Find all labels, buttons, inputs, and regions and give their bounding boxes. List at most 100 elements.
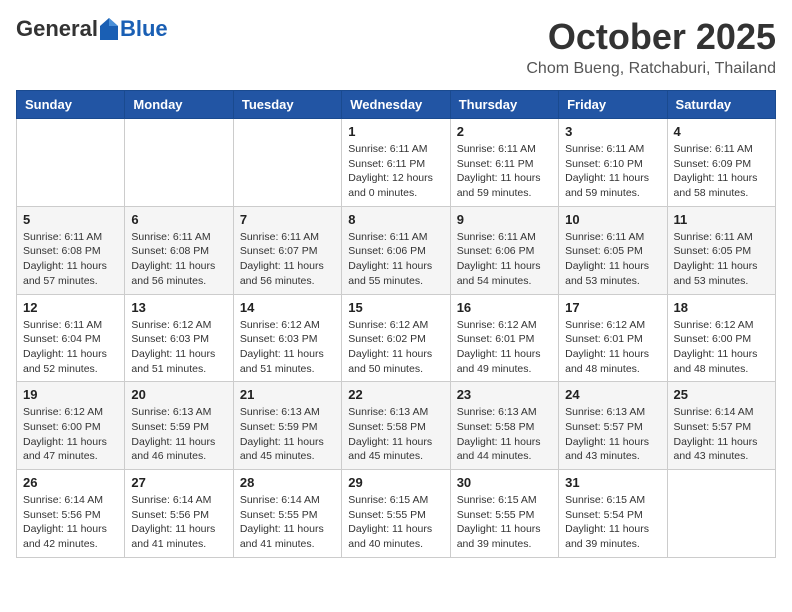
- calendar-cell: 7Sunrise: 6:11 AMSunset: 6:07 PMDaylight…: [233, 206, 341, 294]
- calendar-cell: 12 Sunrise: 6:11 AMSunset: 6:04 PMDayligh…: [17, 294, 125, 382]
- day-info: Sunrise: 6:11 AMSunset: 6:04 PMDaylight:…: [23, 318, 118, 377]
- day-number: 13: [131, 300, 226, 315]
- day-info: Sunrise: 6:12 AMSunset: 6:02 PMDaylight:…: [348, 318, 443, 377]
- day-number: 5: [23, 212, 118, 227]
- calendar-cell: 4Sunrise: 6:11 AMSunset: 6:09 PMDaylight…: [667, 119, 775, 207]
- day-number: 6: [131, 212, 226, 227]
- day-number: 16: [457, 300, 552, 315]
- day-info: Sunrise: 6:13 AMSunset: 5:58 PMDaylight:…: [348, 405, 443, 464]
- day-info: Sunrise: 6:13 AMSunset: 5:57 PMDaylight:…: [565, 405, 660, 464]
- weekday-header-sunday: Sunday: [17, 91, 125, 119]
- day-number: 12: [23, 300, 118, 315]
- day-info: Sunrise: 6:11 AMSunset: 6:06 PMDaylight:…: [348, 230, 443, 289]
- day-number: 14: [240, 300, 335, 315]
- day-info: Sunrise: 6:12 AMSunset: 6:01 PMDaylight:…: [457, 318, 552, 377]
- calendar-week-row: 1 Sunrise: 6:11 AMSunset: 6:11 PMDaylight…: [17, 119, 776, 207]
- weekday-header-tuesday: Tuesday: [233, 91, 341, 119]
- calendar-cell: 30 Sunrise: 6:15 AMSunset: 5:55 PMDayligh…: [450, 470, 558, 558]
- calendar-table: SundayMondayTuesdayWednesdayThursdayFrid…: [16, 90, 776, 558]
- month-title: October 2025: [526, 16, 776, 58]
- calendar-cell: 31 Sunrise: 6:15 AMSunset: 5:54 PMDayligh…: [559, 470, 667, 558]
- calendar-cell: 28 Sunrise: 6:14 AMSunset: 5:55 PMDayligh…: [233, 470, 341, 558]
- day-number: 2: [457, 124, 552, 139]
- day-number: 11: [674, 212, 769, 227]
- day-info: Sunrise: 6:12 AMSunset: 6:00 PMDaylight:…: [674, 318, 769, 377]
- day-info: Sunrise: 6:11 AMSunset: 6:05 PMDaylight:…: [674, 230, 769, 289]
- day-info: Sunrise: 6:13 AMSunset: 5:59 PMDaylight:…: [131, 405, 226, 464]
- day-info: Sunrise: 6:11 AMSunset: 6:08 PMDaylight:…: [23, 230, 118, 289]
- day-number: 22: [348, 387, 443, 402]
- title-area: October 2025 Chom Bueng, Ratchaburi, Tha…: [526, 16, 776, 78]
- calendar-cell: 2 Sunrise: 6:11 AMSunset: 6:11 PMDaylight…: [450, 119, 558, 207]
- calendar-cell: [233, 119, 341, 207]
- day-info: Sunrise: 6:11 AMSunset: 6:06 PMDaylight:…: [457, 230, 552, 289]
- calendar-cell: 11 Sunrise: 6:11 AMSunset: 6:05 PMDayligh…: [667, 206, 775, 294]
- day-number: 18: [674, 300, 769, 315]
- day-info: Sunrise: 6:11 AMSunset: 6:05 PMDaylight:…: [565, 230, 660, 289]
- logo: General Blue: [16, 16, 168, 42]
- day-number: 29: [348, 475, 443, 490]
- calendar-cell: 22 Sunrise: 6:13 AMSunset: 5:58 PMDayligh…: [342, 382, 450, 470]
- calendar-cell: 3Sunrise: 6:11 AMSunset: 6:10 PMDaylight…: [559, 119, 667, 207]
- calendar-week-row: 12 Sunrise: 6:11 AMSunset: 6:04 PMDayligh…: [17, 294, 776, 382]
- day-number: 31: [565, 475, 660, 490]
- calendar-cell: 8 Sunrise: 6:11 AMSunset: 6:06 PMDaylight…: [342, 206, 450, 294]
- calendar-week-row: 19 Sunrise: 6:12 AMSunset: 6:00 PMDayligh…: [17, 382, 776, 470]
- day-info: Sunrise: 6:12 AMSunset: 6:01 PMDaylight:…: [565, 318, 660, 377]
- page-header: General Blue October 2025 Chom Bueng, Ra…: [16, 16, 776, 78]
- day-info: Sunrise: 6:12 AMSunset: 6:03 PMDaylight:…: [131, 318, 226, 377]
- calendar-week-row: 5 Sunrise: 6:11 AMSunset: 6:08 PMDaylight…: [17, 206, 776, 294]
- calendar-cell: 23Sunrise: 6:13 AMSunset: 5:58 PMDayligh…: [450, 382, 558, 470]
- calendar-cell: 13 Sunrise: 6:12 AMSunset: 6:03 PMDayligh…: [125, 294, 233, 382]
- calendar-cell: 27 Sunrise: 6:14 AMSunset: 5:56 PMDayligh…: [125, 470, 233, 558]
- calendar-cell: 26 Sunrise: 6:14 AMSunset: 5:56 PMDayligh…: [17, 470, 125, 558]
- calendar-cell: 20 Sunrise: 6:13 AMSunset: 5:59 PMDayligh…: [125, 382, 233, 470]
- logo-icon: [100, 18, 118, 40]
- day-info: Sunrise: 6:14 AMSunset: 5:56 PMDaylight:…: [23, 493, 118, 552]
- calendar-cell: [125, 119, 233, 207]
- day-number: 26: [23, 475, 118, 490]
- weekday-header-saturday: Saturday: [667, 91, 775, 119]
- day-info: Sunrise: 6:12 AMSunset: 6:03 PMDaylight:…: [240, 318, 335, 377]
- location-title: Chom Bueng, Ratchaburi, Thailand: [526, 60, 776, 78]
- weekday-header-friday: Friday: [559, 91, 667, 119]
- day-number: 28: [240, 475, 335, 490]
- logo-blue-text: Blue: [120, 16, 168, 42]
- day-info: Sunrise: 6:11 AMSunset: 6:11 PMDaylight:…: [457, 142, 552, 201]
- day-number: 20: [131, 387, 226, 402]
- day-number: 25: [674, 387, 769, 402]
- day-number: 30: [457, 475, 552, 490]
- day-number: 21: [240, 387, 335, 402]
- day-number: 3: [565, 124, 660, 139]
- calendar-week-row: 26 Sunrise: 6:14 AMSunset: 5:56 PMDayligh…: [17, 470, 776, 558]
- calendar-cell: 18 Sunrise: 6:12 AMSunset: 6:00 PMDayligh…: [667, 294, 775, 382]
- day-info: Sunrise: 6:14 AMSunset: 5:56 PMDaylight:…: [131, 493, 226, 552]
- calendar-cell: 24Sunrise: 6:13 AMSunset: 5:57 PMDayligh…: [559, 382, 667, 470]
- calendar-cell: 25Sunrise: 6:14 AMSunset: 5:57 PMDayligh…: [667, 382, 775, 470]
- day-info: Sunrise: 6:11 AMSunset: 6:07 PMDaylight:…: [240, 230, 335, 289]
- day-number: 19: [23, 387, 118, 402]
- day-number: 15: [348, 300, 443, 315]
- day-number: 8: [348, 212, 443, 227]
- day-info: Sunrise: 6:15 AMSunset: 5:54 PMDaylight:…: [565, 493, 660, 552]
- calendar-cell: 29 Sunrise: 6:15 AMSunset: 5:55 PMDayligh…: [342, 470, 450, 558]
- day-info: Sunrise: 6:11 AMSunset: 6:09 PMDaylight:…: [674, 142, 769, 201]
- day-number: 10: [565, 212, 660, 227]
- calendar-cell: 16 Sunrise: 6:12 AMSunset: 6:01 PMDayligh…: [450, 294, 558, 382]
- calendar-cell: 14 Sunrise: 6:12 AMSunset: 6:03 PMDayligh…: [233, 294, 341, 382]
- day-info: Sunrise: 6:13 AMSunset: 5:59 PMDaylight:…: [240, 405, 335, 464]
- day-info: Sunrise: 6:14 AMSunset: 5:55 PMDaylight:…: [240, 493, 335, 552]
- day-info: Sunrise: 6:12 AMSunset: 6:00 PMDaylight:…: [23, 405, 118, 464]
- calendar-cell: 19 Sunrise: 6:12 AMSunset: 6:00 PMDayligh…: [17, 382, 125, 470]
- day-info: Sunrise: 6:15 AMSunset: 5:55 PMDaylight:…: [457, 493, 552, 552]
- calendar-cell: 10 Sunrise: 6:11 AMSunset: 6:05 PMDayligh…: [559, 206, 667, 294]
- calendar-cell: 1Sunrise: 6:11 AMSunset: 6:11 PMDaylight…: [342, 119, 450, 207]
- day-number: 1: [348, 124, 443, 139]
- calendar-cell: 21 Sunrise: 6:13 AMSunset: 5:59 PMDayligh…: [233, 382, 341, 470]
- day-number: 17: [565, 300, 660, 315]
- calendar-cell: 17 Sunrise: 6:12 AMSunset: 6:01 PMDayligh…: [559, 294, 667, 382]
- day-number: 27: [131, 475, 226, 490]
- day-info: Sunrise: 6:15 AMSunset: 5:55 PMDaylight:…: [348, 493, 443, 552]
- day-number: 9: [457, 212, 552, 227]
- day-number: 23: [457, 387, 552, 402]
